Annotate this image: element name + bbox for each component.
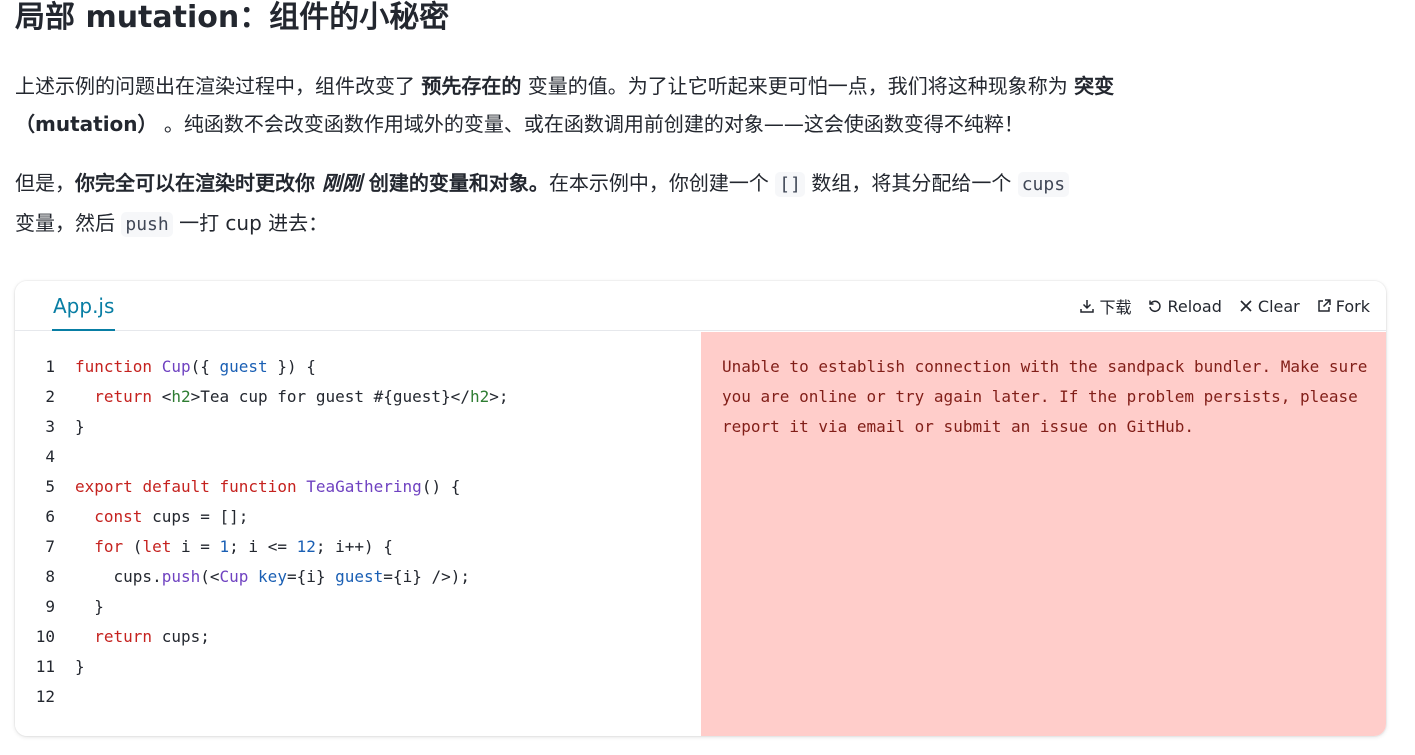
reload-button[interactable]: Reload <box>1147 297 1222 316</box>
external-link-icon <box>1317 299 1331 312</box>
download-icon <box>1080 300 1095 313</box>
clear-button[interactable]: Clear <box>1238 297 1300 316</box>
code-line: function Cup({ guest }) { <box>75 357 316 376</box>
code-line: return cups; <box>94 627 210 646</box>
close-icon <box>1240 300 1252 312</box>
tab-app-js[interactable]: App.js <box>52 281 116 331</box>
code-line: } <box>75 657 85 676</box>
code-line: } <box>75 417 85 436</box>
line-number: 8 <box>45 567 55 586</box>
sandpack-actions: 下载 Reload Clear Fork <box>1079 281 1370 331</box>
reload-icon <box>1149 300 1162 313</box>
line-numbers: 1 2 3 4 5 6 7 8 9 10 11 12 <box>15 352 55 712</box>
line-number: 9 <box>45 597 55 616</box>
download-button[interactable]: 下载 <box>1079 294 1131 318</box>
line-number: 3 <box>45 417 55 436</box>
page-title: 局部 mutation：组件的小秘密 <box>15 0 450 35</box>
line-number: 11 <box>35 657 55 676</box>
inline-code: [] <box>775 172 805 197</box>
code-line: return <h2>Tea cup for guest #{guest}</h… <box>94 387 509 406</box>
code-content: function Cup({ guest }) { return <h2>Tea… <box>75 352 508 712</box>
line-number: 1 <box>45 357 55 376</box>
sandpack: App.js 下载 Reload Clear Fork 1 2 3 4 5 6 … <box>15 281 1386 736</box>
code-line: } <box>75 597 104 616</box>
sandpack-header: App.js 下载 Reload Clear Fork <box>15 281 1386 331</box>
code-line: export default function TeaGathering() { <box>75 477 461 496</box>
line-number: 2 <box>45 387 55 406</box>
line-number: 7 <box>45 537 55 556</box>
code-editor[interactable]: 1 2 3 4 5 6 7 8 9 10 11 12 function Cup(… <box>15 332 701 736</box>
inline-code: push <box>121 212 173 237</box>
preview-panel: Unable to establish connection with the … <box>701 332 1386 736</box>
line-number: 4 <box>45 447 55 466</box>
inline-code: cups <box>1017 172 1070 197</box>
code-line: const cups = []; <box>94 507 249 526</box>
fork-button[interactable]: Fork <box>1316 297 1370 316</box>
line-number: 10 <box>35 627 55 646</box>
line-number: 6 <box>45 507 55 526</box>
code-line: for (let i = 1; i <= 12; i++) { <box>94 537 393 556</box>
paragraph-mutation: 上述示例的问题出在渲染过程中，组件改变了 预先存在的 变量的值。为了让它听起来更… <box>15 74 1115 136</box>
code-line: cups.push(<Cup key={i} guest={i} />); <box>75 567 470 586</box>
error-message: Unable to establish connection with the … <box>722 357 1368 436</box>
line-number: 5 <box>45 477 55 496</box>
paragraph-local-mutation: 但是，你完全可以在渲染时更改你 刚刚 创建的变量和对象。在本示例中，你创建一个 … <box>15 164 1145 244</box>
line-number: 12 <box>35 687 55 706</box>
